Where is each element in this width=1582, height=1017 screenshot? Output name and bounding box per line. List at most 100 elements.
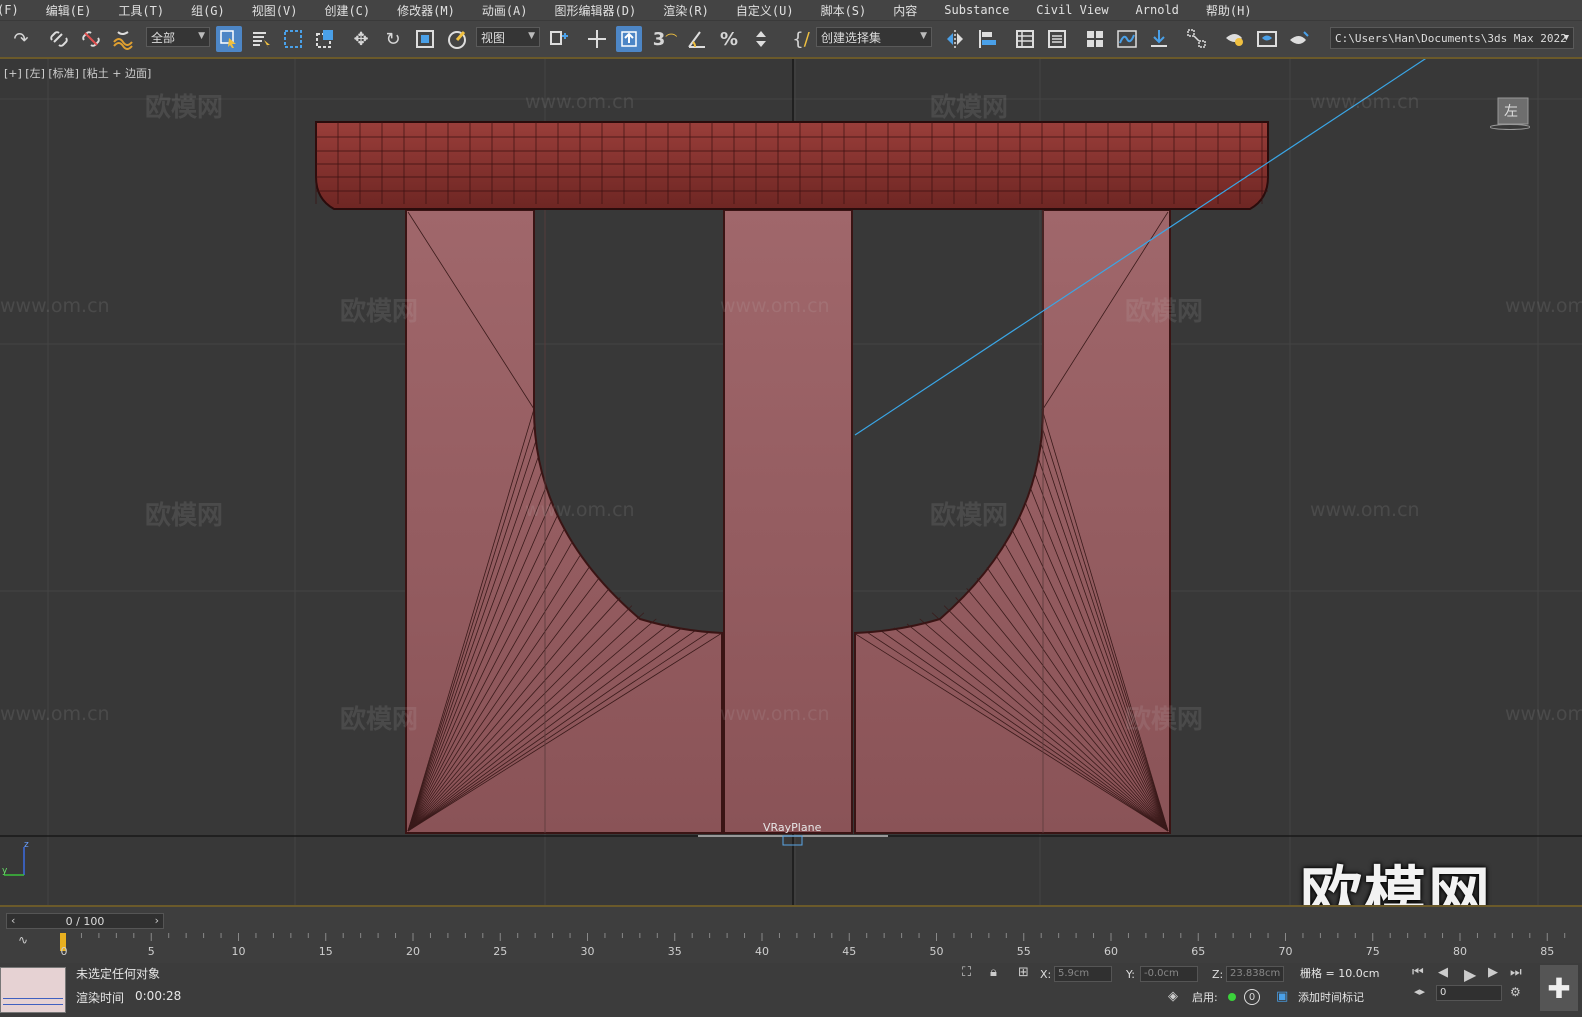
schematic-icon[interactable] [1146, 26, 1172, 52]
menu-item-9[interactable]: 渲染(R) [663, 2, 709, 19]
window-crossing-icon[interactable] [312, 26, 338, 52]
timeline-ruler[interactable]: 0 5 10 15 20 25 30 35 40 45 50 55 60 65 70 75 80 85 [60, 933, 1578, 961]
menu-item-12[interactable]: 内容 [893, 2, 917, 19]
selection-filter-dropdown[interactable]: 全部 ▼ [146, 27, 210, 47]
link-icon[interactable] [46, 26, 72, 52]
mirror-icon[interactable] [942, 26, 968, 52]
named-selection-dropdown[interactable]: 创建选择集 ▼ [816, 27, 932, 47]
menu-item-6[interactable]: 修改器(M) [397, 2, 455, 19]
stool-right-leg [854, 209, 1171, 834]
adaptive-degradation-icon[interactable]: ◈ [1168, 989, 1178, 1004]
menu-item-2[interactable]: 工具(T) [118, 2, 164, 19]
select-manipulate-icon[interactable] [584, 26, 610, 52]
pivot-icon[interactable] [546, 26, 572, 52]
watermark-text: 欧模网 [1125, 297, 1204, 327]
watermark-text: 欧模网 [930, 93, 1009, 123]
timeline-tick-label: 60 [1104, 945, 1118, 958]
select-object-icon[interactable] [216, 26, 242, 52]
watermark-text: www.om.cn [1310, 91, 1420, 113]
timeline-tick-label: 30 [580, 945, 595, 958]
brand-watermark: 欧模网 [1300, 859, 1493, 905]
enable-count[interactable]: 0 [1244, 989, 1260, 1005]
time-slider-handle[interactable]: ‹ 0 / 100 › [6, 913, 164, 929]
select-by-name-icon[interactable] [248, 26, 274, 52]
scale-icon[interactable] [412, 26, 438, 52]
edit-named-sel-icon[interactable]: {/ [788, 26, 814, 52]
curve-editor-icon[interactable] [1114, 26, 1140, 52]
menu-item-13[interactable]: Substance [944, 3, 1009, 17]
time-tag-icon[interactable]: ▣ [1276, 989, 1288, 1004]
timeline-tick-label: 15 [318, 945, 333, 958]
time-config-icon[interactable]: ⚙ [1510, 985, 1521, 999]
isolate-icon[interactable]: ⛶ [962, 965, 971, 980]
prev-frame-icon[interactable]: ◀︎ [1438, 965, 1448, 980]
x-coord-field[interactable]: 5.9cm [1054, 966, 1112, 982]
placement-icon[interactable] [444, 26, 470, 52]
current-frame-field[interactable]: 0 [1436, 985, 1502, 1001]
viewport-nav-icon[interactable]: ✚ [1540, 965, 1578, 1011]
lock-icon[interactable]: 🔒︎ [990, 965, 997, 980]
material-editor-icon[interactable] [1184, 26, 1210, 52]
watermark-text: 欧模网 [340, 705, 419, 735]
timeline-tick-label: 80 [1453, 945, 1467, 958]
layer-explorer-icon[interactable] [1012, 26, 1038, 52]
rendered-frame-icon[interactable] [1254, 26, 1280, 52]
menu-item-15[interactable]: Arnold [1136, 3, 1179, 17]
keyboard-shortcut-icon[interactable] [616, 26, 642, 52]
timeline-tick-label: 5 [147, 945, 155, 958]
enable-label: 启用: [1192, 991, 1218, 1004]
status-bar: 未选定任何对象 渲染时间 0:00:28 ⛶ 🔒︎ ⊞ X: 5.9cm Y: … [0, 963, 1582, 1017]
timeline-tick-label: 35 [667, 945, 682, 958]
left-viewport[interactable]: [+] [左] [标准] [粘土 + 边面] 欧模网 www.om.cn 欧模网 ww… [0, 59, 1582, 905]
snap-3-icon[interactable]: 3 ⌒ [652, 26, 678, 52]
menu-item-14[interactable]: Civil View [1036, 3, 1108, 17]
menu-item-11[interactable]: 脚本(S) [821, 2, 867, 19]
render-setup-icon[interactable] [1222, 26, 1248, 52]
menu-item-16[interactable]: 帮助(H) [1206, 2, 1252, 19]
menu-item-1[interactable]: 编辑(E) [46, 2, 92, 19]
reference-coord-dropdown[interactable]: 视图 ▼ [476, 27, 540, 47]
menu-item-0[interactable]: (F) [0, 3, 19, 17]
add-time-tag[interactable]: 添加时间标记 [1298, 989, 1364, 1005]
render-icon[interactable] [1286, 26, 1312, 52]
unlink-icon[interactable] [78, 26, 104, 52]
timeline-tick-label: 85 [1540, 945, 1555, 958]
menu-item-5[interactable]: 创建(C) [324, 2, 370, 19]
menu-item-4[interactable]: 视图(V) [252, 2, 298, 19]
watermark-text: www.om.cn [1310, 499, 1420, 521]
timeline-tick-label: 70 [1278, 945, 1293, 958]
key-mode-icon[interactable]: ◂▸ [1414, 985, 1425, 998]
menu-item-7[interactable]: 动画(A) [482, 2, 528, 19]
viewcube[interactable]: 左 [1489, 96, 1531, 130]
bind-spacewarp-icon[interactable] [110, 26, 136, 52]
menu-item-10[interactable]: 自定义(U) [736, 2, 794, 19]
svg-text:z: z [24, 840, 29, 850]
timeline-tick-label: 45 [842, 945, 857, 958]
goto-start-icon[interactable]: ⏮ [1412, 965, 1424, 980]
absolute-mode-icon[interactable]: ⊞ [1018, 965, 1029, 980]
spinner-snap-icon[interactable] [748, 26, 774, 52]
project-path-field[interactable]: C:\Users\Han\Documents\3ds Max 2022 ▼ [1330, 27, 1574, 49]
z-coord-field[interactable]: 23.838cm [1226, 966, 1284, 982]
scene-explorer-icon[interactable] [1082, 26, 1108, 52]
axis-gizmo-icon: z y [2, 840, 29, 876]
redo-icon[interactable]: ↷ [8, 26, 34, 52]
viewcube-label: 左 [1504, 104, 1518, 120]
rect-region-icon[interactable] [280, 26, 306, 52]
goto-end-icon[interactable]: ⏭ [1510, 965, 1522, 980]
play-icon[interactable]: ▶︎ [1464, 965, 1476, 984]
y-label: Y: [1126, 968, 1135, 981]
rotate-icon[interactable]: ↻ [380, 26, 406, 52]
curve-mini-icon[interactable]: ∿ [18, 933, 28, 947]
next-frame-icon[interactable]: ▶︎ [1488, 965, 1498, 980]
toggle-ribbon-icon[interactable] [1044, 26, 1070, 52]
angle-snap-icon[interactable] [684, 26, 710, 52]
move-icon[interactable]: ✥ [348, 26, 374, 52]
viewport-label[interactable]: [+] [左] [标准] [粘土 + 边面] [4, 65, 151, 81]
menu-item-3[interactable]: 组(G) [191, 2, 225, 19]
menu-item-8[interactable]: 图形编辑器(D) [555, 2, 637, 19]
y-coord-field[interactable]: -0.0cm [1140, 966, 1198, 982]
maxscript-listener-swatch[interactable] [0, 967, 66, 1013]
align-icon[interactable] [974, 26, 1000, 52]
percent-snap-icon[interactable]: % [716, 26, 742, 52]
